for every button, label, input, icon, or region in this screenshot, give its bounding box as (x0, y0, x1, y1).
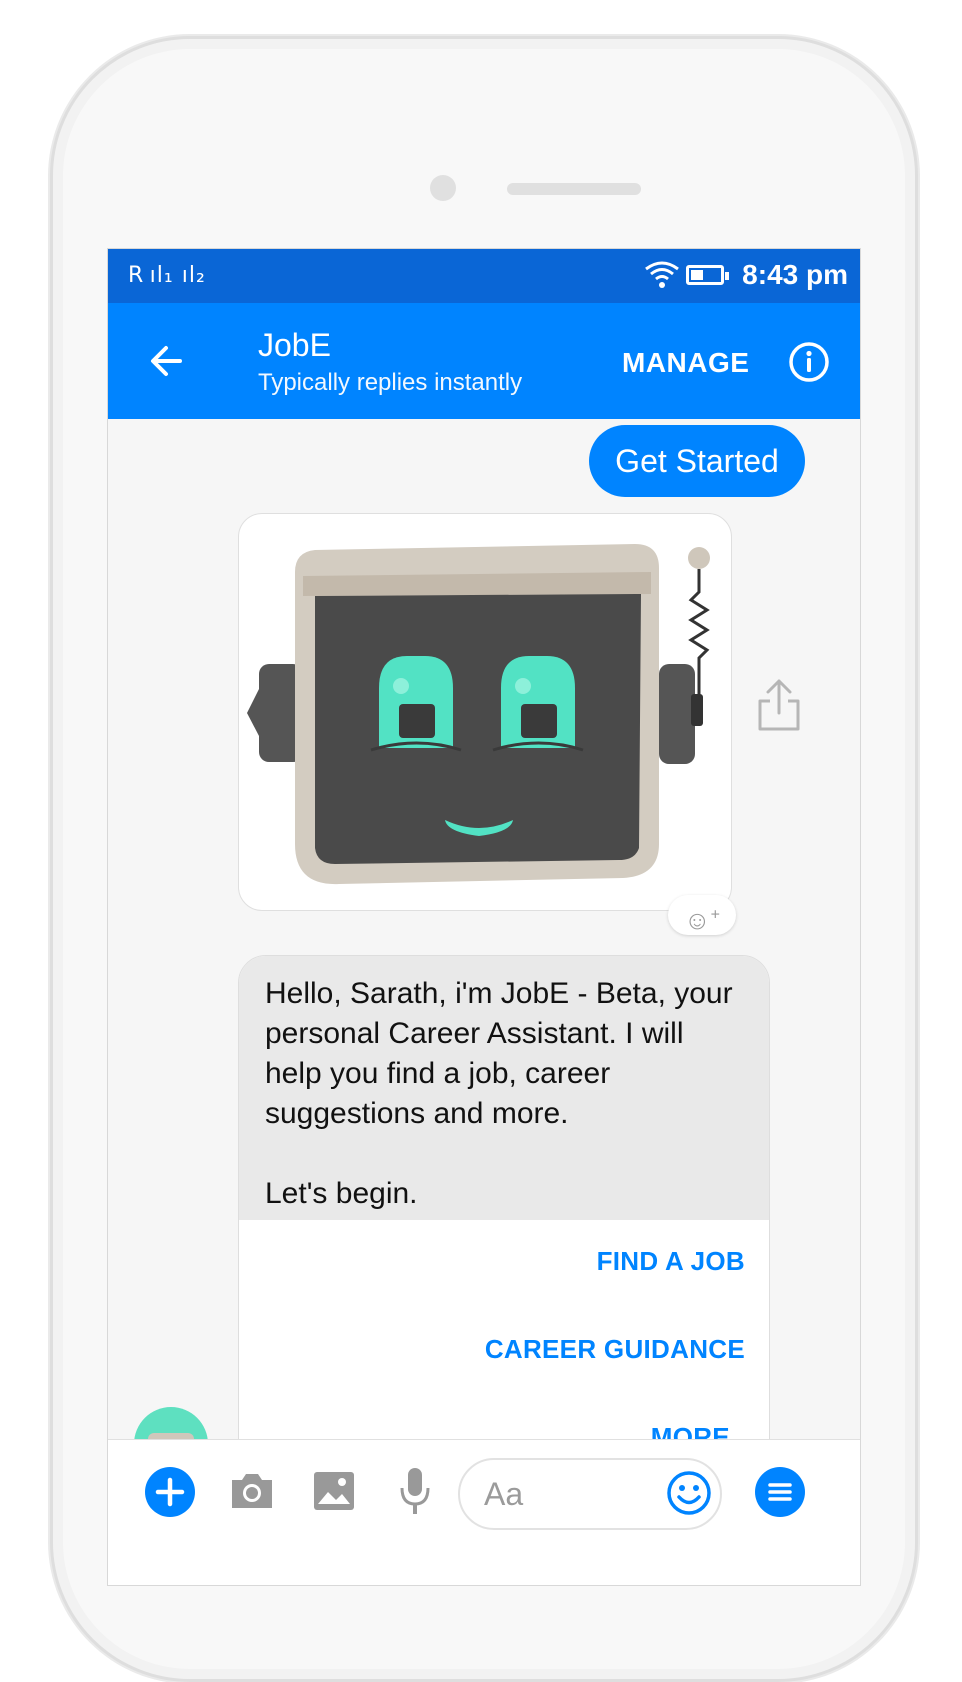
message-placeholder: Aa (484, 1476, 524, 1512)
status-time: 8:43 pm (742, 259, 848, 290)
bot-image-card[interactable] (238, 513, 732, 911)
quick-reply-career-guidance[interactable]: CAREER GUIDANCE (485, 1334, 745, 1365)
share-icon[interactable] (756, 677, 802, 733)
wifi-icon (645, 261, 679, 288)
bot-message-text: Hello, Sarath, i'm JobE - Beta, your per… (239, 956, 769, 1220)
camera-icon[interactable] (228, 1470, 276, 1512)
emoji-plus-icon: ☺+ (684, 904, 720, 935)
microphone-icon[interactable] (398, 1466, 432, 1516)
back-arrow-icon[interactable] (146, 341, 186, 381)
gallery-icon[interactable] (312, 1470, 356, 1512)
battery-icon (686, 265, 729, 285)
reaction-button[interactable]: ☺+ (668, 895, 736, 935)
earpiece-speaker (507, 183, 641, 195)
plus-icon[interactable] (144, 1466, 196, 1518)
manage-button[interactable]: MANAGE (622, 347, 749, 379)
composer-bar: Aa (108, 1439, 860, 1585)
conversation-title[interactable]: JobE (258, 327, 331, 364)
get-started-message: Get Started (589, 425, 805, 497)
info-icon[interactable] (788, 341, 830, 383)
bot-message-card: Hello, Sarath, i'm JobE - Beta, your per… (238, 955, 770, 1477)
app-bar: JobE Typically replies instantly MANAGE (108, 303, 860, 419)
messenger-screen: R ıl₁ ıl₂ 8:43 pm JobE Typically replies… (107, 248, 861, 1586)
front-camera (430, 175, 456, 201)
conversation-subtitle: Typically replies instantly (258, 369, 523, 396)
signal-indicator: R ıl₁ ıl₂ (128, 263, 206, 288)
emoji-icon[interactable] (666, 1470, 712, 1516)
status-bar: R ıl₁ ıl₂ 8:43 pm (108, 249, 860, 303)
quick-reply-find-a-job[interactable]: FIND A JOB (597, 1246, 745, 1277)
robot-illustration (247, 544, 710, 885)
menu-icon[interactable] (754, 1466, 806, 1518)
